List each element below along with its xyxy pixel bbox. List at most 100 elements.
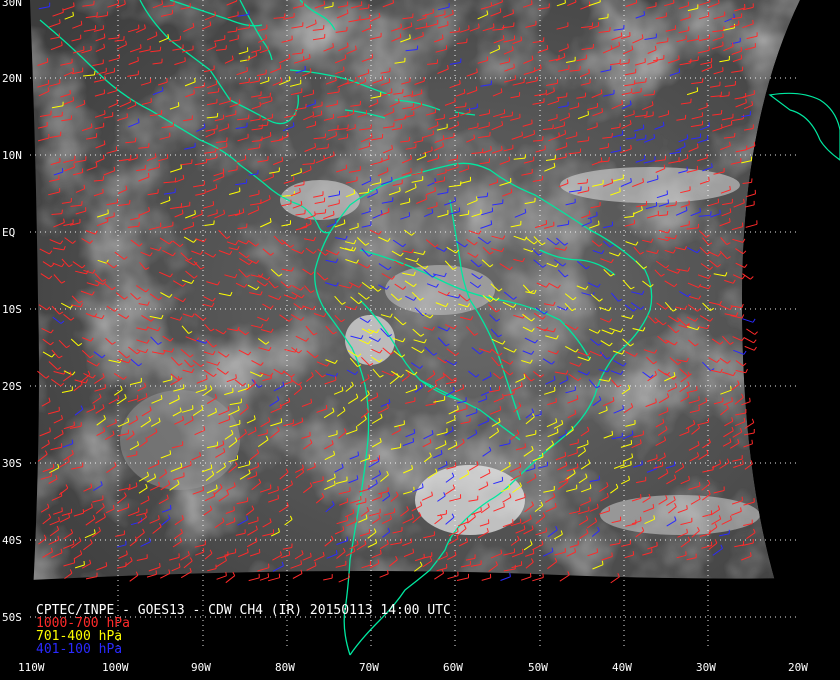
wind-barb-flag (596, 548, 599, 553)
wind-barb-flag (508, 156, 511, 161)
wind-barb-flag (62, 8, 64, 13)
wind-barb-flag (333, 151, 335, 156)
wind-barb-flag (227, 123, 230, 128)
wind-barb-flag (619, 187, 621, 192)
wind-barb-flag (576, 395, 579, 400)
wind-barb-flag (524, 208, 527, 213)
wind-barb-flag (523, 525, 526, 530)
wind-barb-flag (521, 131, 523, 136)
wind-barb-flag (466, 517, 469, 523)
wind-barb-flag (167, 34, 170, 39)
wind-barb-flag (434, 187, 436, 192)
satellite-image-frame: 30N 20N 10N EQ 10S 20S 30S 40S 50S 110W … (0, 0, 840, 680)
wind-barb-flag (618, 41, 621, 46)
wind-barb-flag (194, 210, 196, 215)
wind-barb-flag (729, 218, 731, 223)
wind-barb-flag (490, 145, 492, 151)
wind-barb-flag (686, 505, 688, 510)
wind-barb-flag (103, 33, 106, 38)
wind-barb-flag (420, 101, 423, 106)
wind-barb-flag (388, 78, 391, 83)
wind-barb-flag (225, 571, 227, 576)
wind-barb-flag (333, 210, 335, 215)
wind-barb-flag (521, 548, 524, 553)
wind-barb-flag (61, 41, 63, 46)
wind-barb-flag (381, 75, 384, 80)
wind-barb-flag (83, 99, 86, 104)
wind-barb-flag (49, 427, 51, 432)
wind-barb-flag (456, 527, 459, 532)
lon-label-70w: 70W (359, 661, 379, 674)
satellite-wind-map (0, 0, 840, 680)
wind-barb-flag (635, 0, 638, 3)
lat-label-30n: 30N (2, 0, 22, 9)
wind-barb-flag (546, 45, 549, 50)
wind-barb-flag (210, 464, 213, 469)
wind-barb-flag (267, 45, 269, 50)
lon-label-100w: 100W (102, 661, 129, 674)
wind-barb-flag (192, 221, 195, 227)
wind-barb-flag (202, 547, 205, 553)
wind-barb-flag (600, 157, 603, 162)
wind-barb-flag (292, 122, 295, 127)
wind-barb-flag (103, 140, 106, 145)
wind-barb-flag (367, 69, 370, 74)
lon-label-110w: 110W (18, 661, 45, 674)
wind-barb-flag (392, 0, 394, 3)
wind-barb-flag (462, 384, 465, 389)
wind-barb-flag (399, 187, 401, 192)
wind-barb-flag (510, 188, 513, 193)
wind-barb-flag (113, 166, 116, 171)
wind-barb-flag (743, 198, 745, 203)
wind-barb-flag (644, 155, 646, 160)
wind-barb-flag (214, 11, 216, 16)
wind-barb-flag (194, 77, 196, 82)
wind-barb-flag (72, 11, 74, 16)
wind-barb-flag (80, 20, 83, 25)
wind-barb-flag (533, 130, 535, 135)
wind-barb-flag (215, 184, 218, 189)
wind-barb-flag (630, 178, 632, 183)
wind-barb-flag (587, 110, 589, 115)
wind-barb-flag (749, 397, 751, 402)
wind-barb-flag (752, 19, 754, 24)
wind-barb-flag (662, 121, 665, 126)
wind-barb-flag (520, 36, 522, 41)
wind-barb-flag (620, 32, 623, 37)
wind-barb-flag (300, 560, 302, 565)
wind-barb-flag (73, 163, 75, 168)
wind-barb-flag (323, 0, 326, 5)
wind-barb-flag (499, 406, 502, 411)
wind-barb-flag (588, 210, 591, 215)
wind-barb-flag (651, 101, 654, 106)
wind-barb-flag (541, 452, 544, 458)
wind-barb-flag (699, 207, 701, 212)
lon-label-40w: 40W (612, 661, 632, 674)
wind-barb-flag (202, 486, 204, 491)
lat-label-10s: 10S (2, 303, 22, 316)
wind-barb-flag (58, 516, 60, 521)
wind-barb-flag (365, 110, 368, 115)
wind-barb-flag (745, 98, 747, 103)
wind-barb-flag (454, 197, 456, 202)
wind-barb-flag (750, 552, 752, 557)
wind-barb-flag (457, 121, 459, 126)
wind-barb-flag (598, 220, 600, 225)
wind-barb-flag (334, 219, 337, 224)
wind-barb-flag (469, 108, 471, 113)
wind-barb-flag (611, 178, 614, 183)
wind-barb-flag (106, 217, 109, 222)
wind-barb-flag (459, 80, 461, 85)
wind-barb-flag (169, 504, 172, 510)
lat-label-50s: 50S (2, 611, 22, 624)
wind-barb-flag (135, 482, 138, 487)
wind-barb-flag (205, 375, 208, 380)
wind-barb-flag (611, 430, 614, 435)
wind-barb-flag (344, 54, 347, 59)
wind-barb-flag (137, 56, 139, 61)
wind-barb-flag (314, 211, 316, 216)
wind-barb-flag (708, 176, 710, 181)
wind-barb-flag (127, 503, 130, 508)
wind-barb-flag (124, 0, 126, 5)
lat-label-eq: EQ (2, 226, 16, 239)
